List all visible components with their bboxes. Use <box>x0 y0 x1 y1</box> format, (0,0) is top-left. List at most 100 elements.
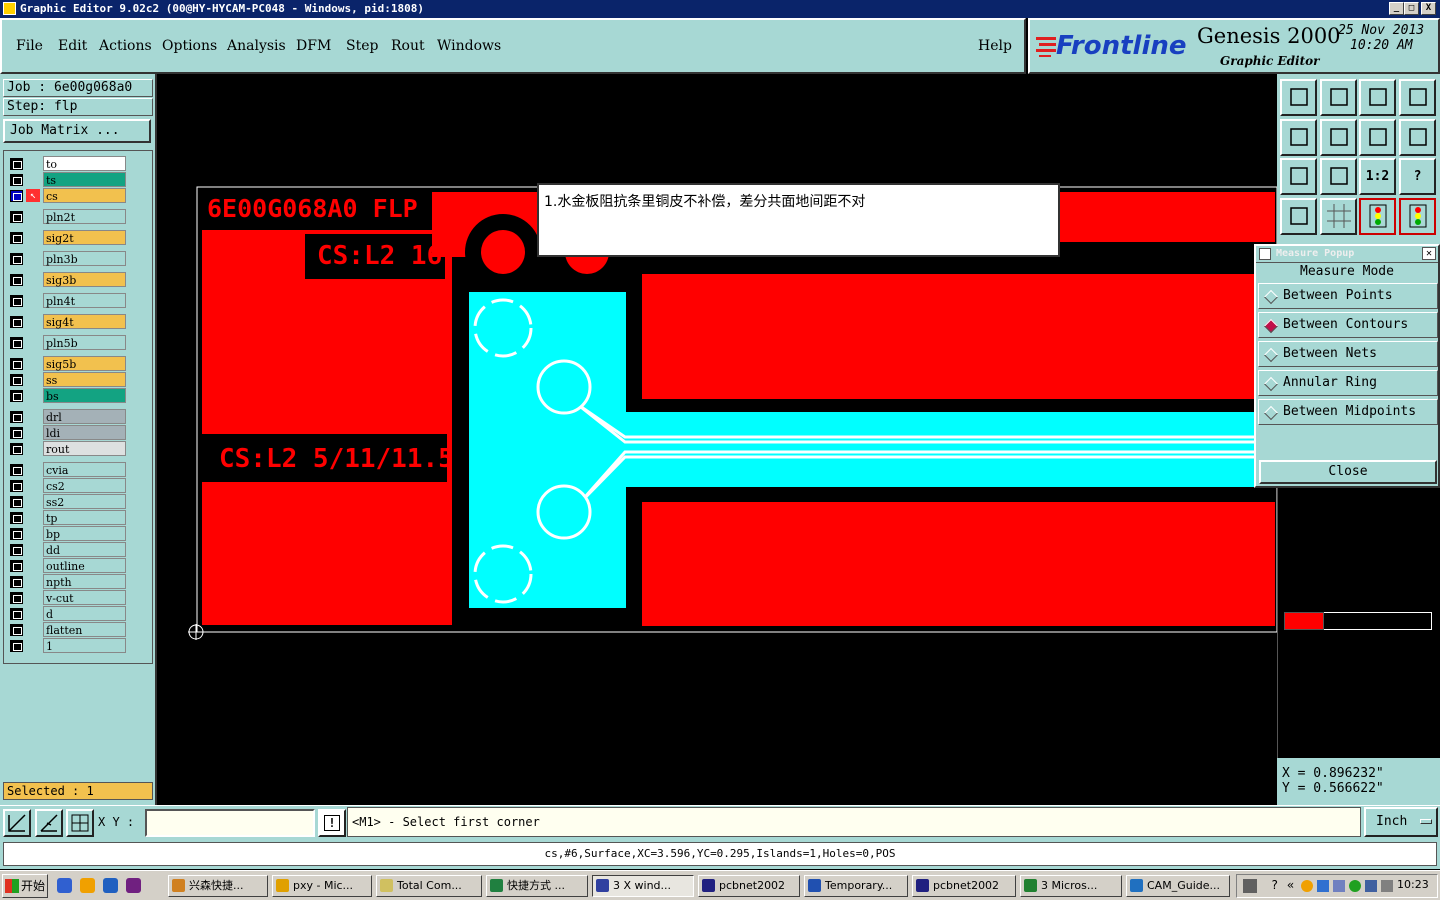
center-icon[interactable] <box>1320 158 1357 195</box>
window-split-icon[interactable] <box>1399 79 1436 116</box>
layer-row-v-cut[interactable]: v-cut <box>8 590 126 605</box>
keyboard-icon[interactable] <box>1243 879 1257 893</box>
layer-checkbox[interactable] <box>10 443 23 455</box>
layer-checkbox[interactable] <box>10 390 23 402</box>
layer-row-pln3b[interactable]: pln3b <box>8 251 126 266</box>
layer-checkbox[interactable] <box>10 253 23 265</box>
measure-close-icon[interactable]: ✕ <box>1422 247 1436 260</box>
measure-option-between-contours[interactable]: Between Contours <box>1258 312 1438 338</box>
browser-icon[interactable] <box>103 878 118 893</box>
layer-row-pln4t[interactable]: pln4t <box>8 293 126 308</box>
layer-checkbox[interactable] <box>10 512 23 524</box>
taskbar-item[interactable]: 3 Micros... <box>1020 875 1122 897</box>
graphic-canvas[interactable]: 6E00G068A0 FLP CS:L2 16 CS:L2 5/11/11.5 … <box>157 74 1277 805</box>
layer-checkbox[interactable] <box>10 411 23 423</box>
close-window-button[interactable]: X <box>1421 2 1436 15</box>
layer-row-drl[interactable]: drl <box>8 409 126 424</box>
layer-checkbox[interactable] <box>10 480 23 492</box>
layer-checkbox[interactable] <box>10 464 23 476</box>
layer-checkbox[interactable] <box>10 576 23 588</box>
menu-rout[interactable]: Rout <box>391 38 425 54</box>
unit-selector[interactable]: Inch <box>1364 807 1438 837</box>
taskbar-item[interactable]: 兴森快捷... <box>168 875 268 897</box>
snap-angle-icon[interactable] <box>35 809 63 837</box>
taskbar-item[interactable]: 快捷方式 ... <box>486 875 588 897</box>
layer-checkbox[interactable] <box>10 211 23 223</box>
layer-row-sig4t[interactable]: sig4t <box>8 314 126 329</box>
grid-icon[interactable] <box>1320 198 1357 235</box>
taskbar-item[interactable]: CAM_Guide... <box>1126 875 1230 897</box>
tray-app-icon[interactable] <box>1301 880 1313 892</box>
tray-expand-icon[interactable]: « <box>1287 878 1294 892</box>
volume-icon[interactable] <box>1381 880 1393 892</box>
menu-windows[interactable]: Windows <box>437 38 501 54</box>
layer-row-cs[interactable]: ↖ cs <box>8 188 126 203</box>
layer-checkbox[interactable] <box>10 640 23 652</box>
layer-checkbox[interactable] <box>10 190 23 202</box>
home-icon[interactable] <box>1359 79 1396 116</box>
help-tray-icon[interactable]: ? <box>1271 878 1278 892</box>
menu-analysis[interactable]: Analysis <box>227 38 286 54</box>
layer-row-ts[interactable]: ts <box>8 172 126 187</box>
layer-checkbox[interactable] <box>10 158 23 170</box>
tray-monitor-icon[interactable] <box>1365 880 1377 892</box>
job-matrix-button[interactable]: Job Matrix ... <box>3 119 151 143</box>
layer-row-rout[interactable]: rout <box>8 441 126 456</box>
network-icon[interactable] <box>1317 880 1329 892</box>
taskbar-item[interactable]: pxy - Mic... <box>272 875 372 897</box>
taskbar-item[interactable]: 3 X wind... <box>592 875 694 897</box>
scale-one-to-two-icon[interactable]: 1:2 <box>1359 158 1396 195</box>
layer-checkbox[interactable] <box>10 174 23 186</box>
layer-checkbox[interactable] <box>10 624 23 636</box>
menu-help[interactable]: Help <box>978 38 1012 54</box>
layers-icon[interactable] <box>1359 198 1396 235</box>
taskbar-item[interactable]: pcbnet2002 <box>912 875 1016 897</box>
selected-surface-trace[interactable] <box>626 412 1276 487</box>
layer-row-sig2t[interactable]: sig2t <box>8 230 126 245</box>
measure-option-between-midpoints[interactable]: Between Midpoints <box>1258 399 1438 425</box>
snap-edge-icon[interactable] <box>3 809 31 837</box>
taskbar-item[interactable]: pcbnet2002 <box>698 875 800 897</box>
taskbar-item[interactable]: Temporary... <box>804 875 908 897</box>
start-button[interactable]: 开始 <box>2 874 48 898</box>
taskbar-item[interactable]: Total Com... <box>376 875 482 897</box>
zoom-in-icon[interactable] <box>1320 79 1357 116</box>
layer-row-dd[interactable]: dd <box>8 542 126 557</box>
layer-row-1[interactable]: 1 <box>8 638 126 653</box>
zoom-home-icon[interactable] <box>1280 79 1317 116</box>
tray-update-icon[interactable] <box>1349 880 1361 892</box>
menu-actions[interactable]: Actions <box>99 38 152 54</box>
layer-row-sig3b[interactable]: sig3b <box>8 272 126 287</box>
help-icon[interactable]: ? <box>1399 158 1436 195</box>
layer-row-ss[interactable]: ss <box>8 372 126 387</box>
layer-row-d[interactable]: d <box>8 606 126 621</box>
layer-checkbox[interactable] <box>10 544 23 556</box>
measure-option-between-points[interactable]: Between Points <box>1258 283 1438 309</box>
fit-icon[interactable] <box>1280 158 1317 195</box>
ie-icon[interactable] <box>57 878 72 893</box>
layer-row-flatten[interactable]: flatten <box>8 622 126 637</box>
pan-left-icon[interactable] <box>1280 119 1317 156</box>
grid-snap-icon[interactable] <box>66 809 94 837</box>
snap-icon[interactable] <box>1399 119 1436 156</box>
xwin-icon[interactable] <box>126 878 141 893</box>
layers-active-icon[interactable] <box>1399 198 1436 235</box>
layer-checkbox[interactable] <box>10 358 23 370</box>
layer-row-bs[interactable]: bs <box>8 388 126 403</box>
selected-surface[interactable] <box>469 292 626 608</box>
layer-row-ss2[interactable]: ss2 <box>8 494 126 509</box>
pan-right-icon[interactable] <box>1320 119 1357 156</box>
maximize-button[interactable]: □ <box>1404 2 1419 15</box>
layer-checkbox[interactable] <box>10 374 23 386</box>
layer-checkbox[interactable] <box>10 560 23 572</box>
layer-row-npth[interactable]: npth <box>8 574 126 589</box>
layer-checkbox[interactable] <box>10 608 23 620</box>
layer-checkbox[interactable] <box>10 316 23 328</box>
warning-icon[interactable]: ! <box>318 809 346 837</box>
overview-pane[interactable] <box>1277 488 1440 758</box>
layer-row-tp[interactable]: tp <box>8 510 126 525</box>
tray-settings-icon[interactable] <box>1333 880 1345 892</box>
layer-row-bp[interactable]: bp <box>8 526 126 541</box>
layer-checkbox[interactable] <box>10 528 23 540</box>
measure-close-button[interactable]: Close <box>1259 460 1437 484</box>
